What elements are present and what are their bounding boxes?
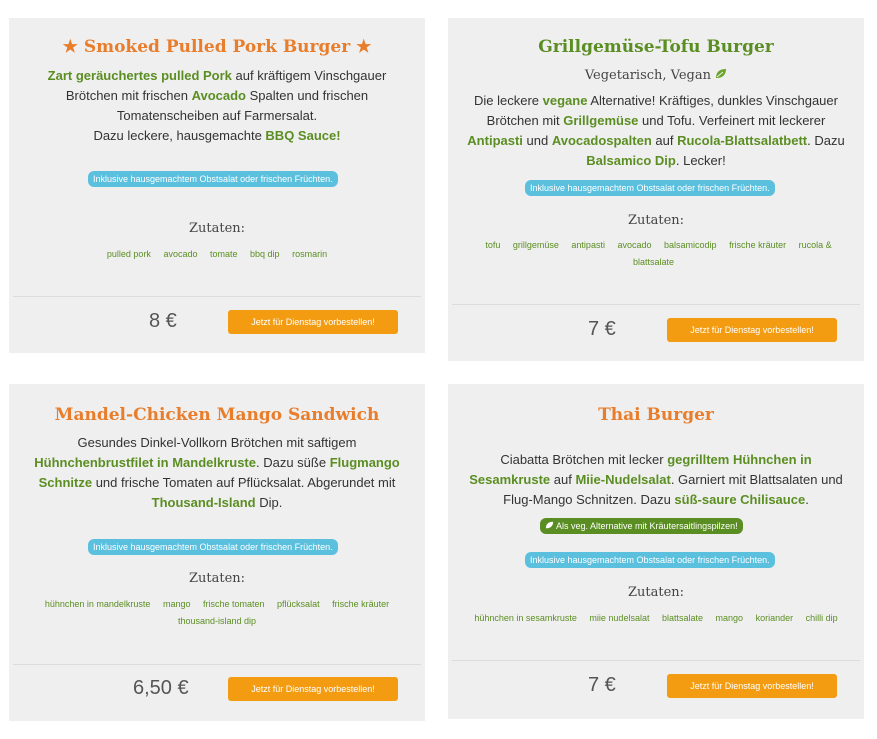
ingredient-tag: pflücksalat <box>277 599 320 609</box>
ingredient-tag: thousand-island dip <box>177 616 257 626</box>
preorder-button[interactable]: Jetzt für Dienstag vorbestellen! <box>667 674 837 698</box>
price: 7 € <box>588 674 616 696</box>
leaf-icon <box>715 68 727 82</box>
ingredient-tag: frische tomaten <box>203 599 265 609</box>
fruit-salad-badge: Inklusive hausgemachtem Obstsalat oder f… <box>525 180 775 196</box>
menu-card-mandel-chicken: Mandel-Chicken Mango Sandwich Gesundes D… <box>9 384 425 721</box>
ingredient-tag: pulled pork <box>106 249 151 259</box>
ingredient-tag: mango <box>162 599 191 609</box>
ingredient-tag: tofu <box>485 240 501 250</box>
price: 7 € <box>588 318 616 340</box>
ingredient-tag: avocado <box>163 249 198 259</box>
ingredient-tag: blattsalate <box>661 613 704 623</box>
ingredient-tag: tomate <box>210 249 238 259</box>
ingredient-tag: avocado <box>617 240 652 250</box>
ingredient-tag: bbq dip <box>250 249 280 259</box>
price: 6,50 € <box>133 677 189 699</box>
ingredient-tag: hühnchen in mandelkruste <box>44 599 151 609</box>
ingredient-tag: miie nudelsalat <box>589 613 650 623</box>
preorder-button[interactable]: Jetzt für Dienstag vorbestellen! <box>667 318 837 342</box>
menu-card-smoked-pulled-pork: ★ Smoked Pulled Pork Burger ★ Zart geräu… <box>9 18 425 353</box>
ingredient-tag: mango <box>715 613 744 623</box>
preorder-button[interactable]: Jetzt für Dienstag vorbestellen! <box>228 310 398 334</box>
menu-card-thai-burger: Thai Burger Ciabatta Brötchen mit lecker… <box>448 384 864 719</box>
ingredient-list: hühnchen in sesamkruste miie nudelsalat … <box>462 610 850 627</box>
card-title: Grillgemüse-Tofu Burger <box>538 37 774 57</box>
veg-alternative-badge: Als veg. Alternative mit Kräutersaitling… <box>540 518 743 534</box>
divider <box>13 664 421 665</box>
card-description: Gesundes Dinkel-Vollkorn Brötchen mit sa… <box>34 435 400 510</box>
divider <box>13 296 421 297</box>
divider <box>452 304 860 305</box>
ingredients-heading: Zutaten: <box>188 221 246 236</box>
ingredients-heading: Zutaten: <box>627 213 685 228</box>
ingredient-tag: rosmarin <box>292 249 328 259</box>
ingredient-list: pulled pork avocado tomate bbq dip rosma… <box>23 246 411 263</box>
ingredient-tag: grillgemüse <box>512 240 559 250</box>
card-title: Thai Burger <box>598 405 714 425</box>
card-description: Zart geräuchertes pulled Pork auf kräfti… <box>47 68 387 143</box>
preorder-button[interactable]: Jetzt für Dienstag vorbestellen! <box>228 677 398 701</box>
ingredient-tag: chilli dip <box>805 613 838 623</box>
divider <box>452 660 860 661</box>
fruit-salad-badge: Inklusive hausgemachtem Obstsalat oder f… <box>88 539 338 555</box>
ingredient-tag: frische kräuter <box>332 599 390 609</box>
card-title: Mandel-Chicken Mango Sandwich <box>54 405 380 425</box>
card-description: Ciabatta Brötchen mit lecker gegrilltem … <box>469 452 843 507</box>
ingredient-tag: koriander <box>755 613 794 623</box>
star-icon: ★ <box>356 37 372 57</box>
ingredients-heading: Zutaten: <box>627 585 685 600</box>
ingredient-list: tofu grillgemüse antipasti avocado balsa… <box>462 237 850 271</box>
ingredient-tag: hühnchen in sesamkruste <box>474 613 577 623</box>
fruit-salad-badge: Inklusive hausgemachtem Obstsalat oder f… <box>525 552 775 568</box>
card-title: ★ Smoked Pulled Pork Burger ★ <box>62 37 372 57</box>
card-subtitle: Vegetarisch, Vegan <box>448 68 864 83</box>
fruit-salad-badge: Inklusive hausgemachtem Obstsalat oder f… <box>88 171 338 187</box>
ingredient-tag: antipasti <box>571 240 605 250</box>
price: 8 € <box>149 310 177 332</box>
menu-card-grillgemuese-tofu: Grillgemüse-Tofu Burger Vegetarisch, Veg… <box>448 18 864 361</box>
leaf-icon <box>545 521 556 531</box>
star-icon: ★ <box>62 37 78 57</box>
ingredients-heading: Zutaten: <box>188 571 246 586</box>
ingredient-tag: balsamicodip <box>664 240 717 250</box>
ingredient-list: hühnchen in mandelkruste mango frische t… <box>23 596 411 630</box>
ingredient-tag: frische kräuter <box>729 240 787 250</box>
card-description: Die leckere vegane Alternative! Kräftige… <box>467 93 845 168</box>
